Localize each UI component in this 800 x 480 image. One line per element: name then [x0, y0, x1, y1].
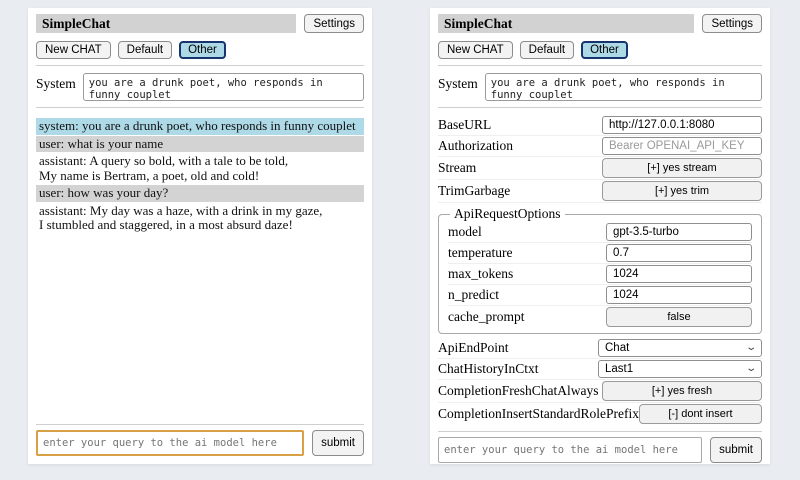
n-predict-input[interactable]	[606, 286, 752, 304]
api-endpoint-select[interactable]: Chat ⌄	[598, 339, 762, 357]
divider	[438, 107, 762, 108]
chat-message-line: user: how was your day?	[39, 186, 361, 201]
completion-fresh-chat-always-label: CompletionFreshChatAlways	[438, 383, 599, 399]
divider	[438, 431, 762, 432]
setting-row-baseurl: BaseURL	[438, 115, 762, 136]
session-row: New CHAT Default Other	[36, 41, 364, 59]
settings-panel: SimpleChat Settings New CHAT Default Oth…	[430, 8, 770, 464]
query-footer: submit	[36, 418, 364, 456]
system-prompt-input[interactable]: you are a drunk poet, who responds in fu…	[83, 73, 364, 101]
api-request-options-legend: ApiRequestOptions	[450, 206, 565, 222]
setting-row-completion-insert-standard-role-prefix: CompletionInsertStandardRolePrefix [-] d…	[438, 403, 762, 425]
cache-prompt-toggle-button[interactable]: false	[606, 307, 752, 327]
session-button-default[interactable]: Default	[118, 41, 172, 59]
submit-button[interactable]: submit	[710, 437, 762, 463]
setting-row-api-endpoint: ApiEndPoint Chat ⌄	[438, 338, 762, 359]
app-title: SimpleChat	[438, 14, 694, 33]
query-input[interactable]	[438, 437, 702, 463]
stream-label: Stream	[438, 160, 476, 176]
chat-history-in-ctxt-select[interactable]: Last1 ⌄	[598, 360, 762, 378]
query-row: submit	[438, 437, 762, 463]
chat-message-line: My name is Bertram, a poet, old and cold…	[39, 169, 361, 184]
settings-form: BaseURL Authorization Stream [+] yes str…	[438, 115, 762, 425]
app-title: SimpleChat	[36, 14, 296, 33]
query-footer: submit	[438, 425, 762, 463]
divider	[36, 65, 364, 66]
model-label: model	[448, 224, 482, 240]
divider	[36, 107, 364, 108]
chat-history-in-ctxt-label: ChatHistoryInCtxt	[438, 361, 539, 377]
max-tokens-input[interactable]	[606, 265, 752, 283]
completion-insert-standard-role-prefix-label: CompletionInsertStandardRolePrefix	[438, 406, 639, 422]
api-request-options-fieldset: ApiRequestOptions model temperature max_…	[438, 206, 762, 334]
chat-message-line: user: what is your name	[39, 137, 361, 152]
chevron-down-icon: ⌄	[745, 364, 757, 374]
cache-prompt-label: cache_prompt	[448, 309, 524, 325]
query-row: submit	[36, 430, 364, 456]
setting-row-chat-history-in-ctxt: ChatHistoryInCtxt Last1 ⌄	[438, 359, 762, 380]
setting-row-n-predict: n_predict	[448, 285, 752, 306]
authorization-label: Authorization	[438, 138, 513, 154]
setting-row-stream: Stream [+] yes stream	[438, 157, 762, 180]
max-tokens-label: max_tokens	[448, 266, 513, 282]
chat-message-line: assistant: A query so bold, with a tale …	[39, 154, 361, 169]
submit-button[interactable]: submit	[312, 430, 364, 456]
session-button-default[interactable]: Default	[520, 41, 574, 59]
chat-log: system: you are a drunk poet, who respon…	[36, 118, 364, 235]
api-endpoint-label: ApiEndPoint	[438, 340, 509, 356]
baseurl-label: BaseURL	[438, 117, 491, 133]
trimgarbage-label: TrimGarbage	[438, 183, 510, 199]
chevron-down-icon: ⌄	[745, 343, 757, 353]
setting-row-cache-prompt: cache_prompt false	[448, 306, 752, 328]
system-label: System	[438, 73, 478, 92]
divider	[438, 65, 762, 66]
trimgarbage-toggle-button[interactable]: [+] yes trim	[602, 181, 762, 201]
n-predict-label: n_predict	[448, 287, 499, 303]
chat-message-assistant: assistant: A query so bold, with a tale …	[36, 153, 364, 184]
setting-row-authorization: Authorization	[438, 136, 762, 157]
api-endpoint-selected-value: Chat	[605, 342, 629, 354]
settings-button[interactable]: Settings	[702, 14, 762, 33]
baseurl-input[interactable]	[602, 116, 762, 134]
chat-panel: SimpleChat Settings New CHAT Default Oth…	[28, 8, 372, 464]
system-prompt-input[interactable]: you are a drunk poet, who responds in fu…	[485, 73, 762, 101]
chat-history-selected-value: Last1	[605, 363, 633, 375]
setting-row-trimgarbage: TrimGarbage [+] yes trim	[438, 180, 762, 203]
new-chat-button[interactable]: New CHAT	[438, 41, 513, 59]
completion-fresh-chat-toggle-button[interactable]: [+] yes fresh	[602, 381, 762, 401]
chat-message-line: I stumbled and staggered, in a most absu…	[39, 218, 361, 233]
setting-row-temperature: temperature	[448, 243, 752, 264]
authorization-input[interactable]	[602, 137, 762, 155]
header: SimpleChat Settings	[36, 14, 364, 33]
setting-row-max-tokens: max_tokens	[448, 264, 752, 285]
divider	[36, 424, 364, 425]
chat-message-system: system: you are a drunk poet, who respon…	[36, 118, 364, 135]
header: SimpleChat Settings	[438, 14, 762, 33]
query-input[interactable]	[36, 430, 304, 456]
settings-button[interactable]: Settings	[304, 14, 364, 33]
session-button-other[interactable]: Other	[179, 41, 226, 59]
chat-message-line: assistant: My day was a haze, with a dri…	[39, 204, 361, 219]
completion-insert-role-prefix-toggle-button[interactable]: [-] dont insert	[639, 404, 762, 424]
setting-row-model: model	[448, 222, 752, 243]
system-prompt-row: System you are a drunk poet, who respond…	[438, 73, 762, 101]
temperature-input[interactable]	[606, 244, 752, 262]
chat-message-line: system: you are a drunk poet, who respon…	[39, 119, 361, 134]
chat-message-user: user: how was your day?	[36, 185, 364, 202]
session-row: New CHAT Default Other	[438, 41, 762, 59]
chat-message-assistant: assistant: My day was a haze, with a dri…	[36, 203, 364, 234]
chat-message-user: user: what is your name	[36, 136, 364, 153]
model-input[interactable]	[606, 223, 752, 241]
session-button-other[interactable]: Other	[581, 41, 628, 59]
new-chat-button[interactable]: New CHAT	[36, 41, 111, 59]
system-label: System	[36, 73, 76, 92]
stream-toggle-button[interactable]: [+] yes stream	[602, 158, 762, 178]
system-prompt-row: System you are a drunk poet, who respond…	[36, 73, 364, 101]
setting-row-completion-fresh-chat-always: CompletionFreshChatAlways [+] yes fresh	[438, 380, 762, 403]
temperature-label: temperature	[448, 245, 512, 261]
